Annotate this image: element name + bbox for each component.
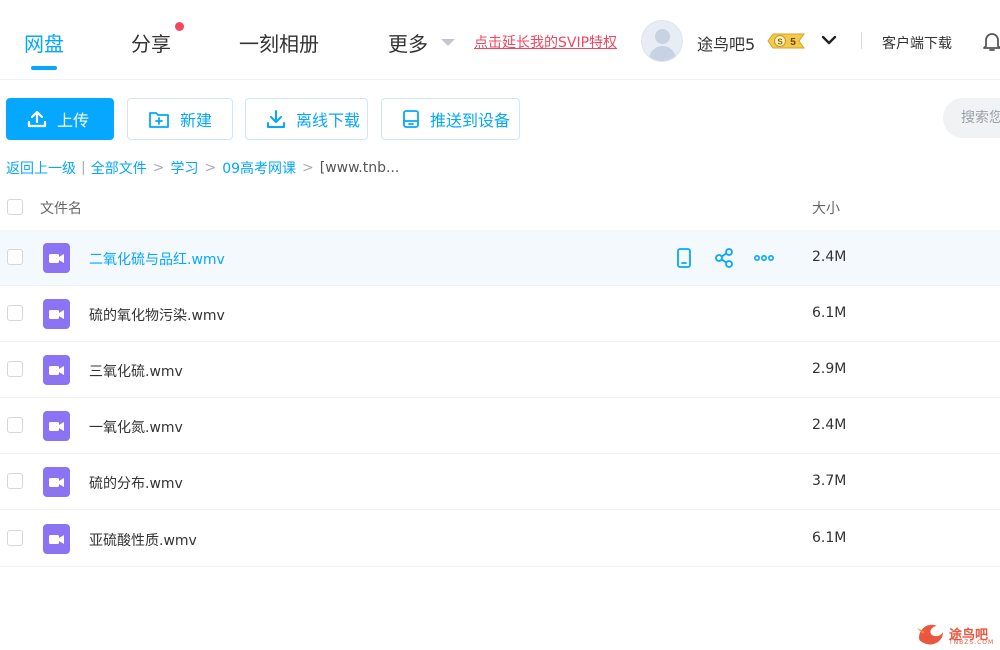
table-row[interactable]: 亚硫酸性质.wmv 6.1M	[0, 511, 1000, 567]
file-size: 3.7M	[812, 473, 847, 489]
table-row[interactable]: 二氧化硫与品红.wmv 2.4M	[0, 230, 1000, 286]
tab-more[interactable]: 更多	[388, 28, 428, 57]
table-row[interactable]: 硫的分布.wmv 3.7M	[0, 454, 1000, 510]
row-checkbox[interactable]	[7, 530, 23, 546]
upload-icon	[27, 110, 47, 128]
notification-dot	[175, 22, 184, 31]
row-checkbox[interactable]	[7, 249, 23, 265]
breadcrumb-study[interactable]: 学习	[170, 158, 198, 178]
row-checkbox[interactable]	[7, 417, 23, 433]
client-download-link[interactable]: 客户端下载	[882, 33, 952, 53]
file-size: 2.4M	[812, 249, 847, 265]
svg-text:5: 5	[790, 37, 796, 48]
file-name[interactable]: 硫的分布.wmv	[89, 473, 183, 493]
watermark-subtext: TNBZS.COM	[949, 639, 995, 646]
breadcrumb-all-files[interactable]: 全部文件	[91, 158, 147, 178]
row-checkbox[interactable]	[7, 305, 23, 321]
bell-icon[interactable]	[982, 30, 1000, 52]
column-header-name[interactable]: 文件名	[40, 198, 82, 218]
new-label: 新建	[180, 111, 213, 130]
chevron-down-icon[interactable]	[820, 33, 838, 47]
column-header-size[interactable]: 大小	[812, 198, 840, 218]
svip-level-badge-icon: S 5	[767, 33, 805, 49]
search-input[interactable]: 搜索您	[943, 98, 1000, 138]
select-all-checkbox[interactable]	[7, 199, 23, 215]
tab-share[interactable]: 分享	[131, 28, 171, 57]
phone-icon[interactable]	[674, 248, 694, 268]
row-checkbox[interactable]	[7, 361, 23, 377]
video-file-icon	[43, 355, 70, 385]
back-link[interactable]: 返回上一级	[6, 158, 76, 178]
share-icon[interactable]	[714, 248, 734, 268]
offline-download-label: 离线下载	[296, 111, 361, 130]
offline-download-button[interactable]: 离线下载	[245, 98, 368, 140]
upload-button[interactable]: 上传	[6, 98, 114, 140]
tab-netdisk[interactable]: 网盘	[24, 28, 64, 57]
row-checkbox[interactable]	[7, 473, 23, 489]
site-watermark: 途鸟吧 TNBZS.COM	[915, 618, 995, 648]
svip-renew-link[interactable]: 点击延长我的SVIP特权	[474, 32, 617, 52]
breadcrumb-09-course[interactable]: 09高考网课	[222, 158, 296, 178]
file-size: 2.9M	[812, 361, 847, 377]
breadcrumb-current: [www.tnb...	[319, 160, 400, 176]
video-file-icon	[43, 524, 70, 554]
more-options-icon[interactable]	[754, 248, 774, 268]
table-header: 文件名 大小	[0, 188, 1000, 226]
table-row[interactable]: 硫的氧化物污染.wmv 6.1M	[0, 286, 1000, 342]
video-file-icon	[43, 243, 70, 273]
video-file-icon	[43, 411, 70, 441]
file-name[interactable]: 亚硫酸性质.wmv	[89, 530, 197, 550]
caret-down-icon[interactable]	[441, 39, 455, 46]
file-name[interactable]: 三氧化硫.wmv	[89, 361, 183, 381]
file-size: 2.4M	[812, 417, 847, 433]
push-to-device-label: 推送到设备	[430, 111, 511, 130]
push-to-device-button[interactable]: 推送到设备	[381, 98, 520, 140]
svg-text:S: S	[777, 38, 783, 47]
device-icon	[403, 110, 419, 128]
avatar[interactable]	[641, 20, 683, 62]
file-name[interactable]: 二氧化硫与品红.wmv	[89, 249, 225, 269]
file-size: 6.1M	[812, 305, 847, 321]
active-tab-indicator	[31, 66, 57, 70]
table-row[interactable]: 一氧化氮.wmv 2.4M	[0, 398, 1000, 454]
username[interactable]: 途鸟吧5	[697, 31, 755, 55]
file-name[interactable]: 一氧化氮.wmv	[89, 417, 183, 437]
video-file-icon	[43, 467, 70, 497]
file-name[interactable]: 硫的氧化物污染.wmv	[89, 305, 225, 325]
upload-label: 上传	[57, 111, 90, 130]
video-file-icon	[43, 299, 70, 329]
file-size: 6.1M	[812, 530, 847, 546]
bird-logo-icon	[917, 624, 943, 645]
new-button[interactable]: 新建	[127, 98, 233, 140]
breadcrumb: 返回上一级 | 全部文件 > 学习 > 09高考网课 > [www.tnb...	[6, 158, 400, 178]
tab-album[interactable]: 一刻相册	[239, 28, 319, 57]
divider	[861, 32, 862, 49]
top-nav: 网盘 分享 一刻相册 更多 点击延长我的SVIP特权 途鸟吧5 S 5 客户端下…	[0, 0, 1000, 80]
new-folder-icon	[149, 112, 169, 128]
download-icon	[267, 110, 285, 128]
table-row[interactable]: 三氧化硫.wmv 2.9M	[0, 342, 1000, 398]
